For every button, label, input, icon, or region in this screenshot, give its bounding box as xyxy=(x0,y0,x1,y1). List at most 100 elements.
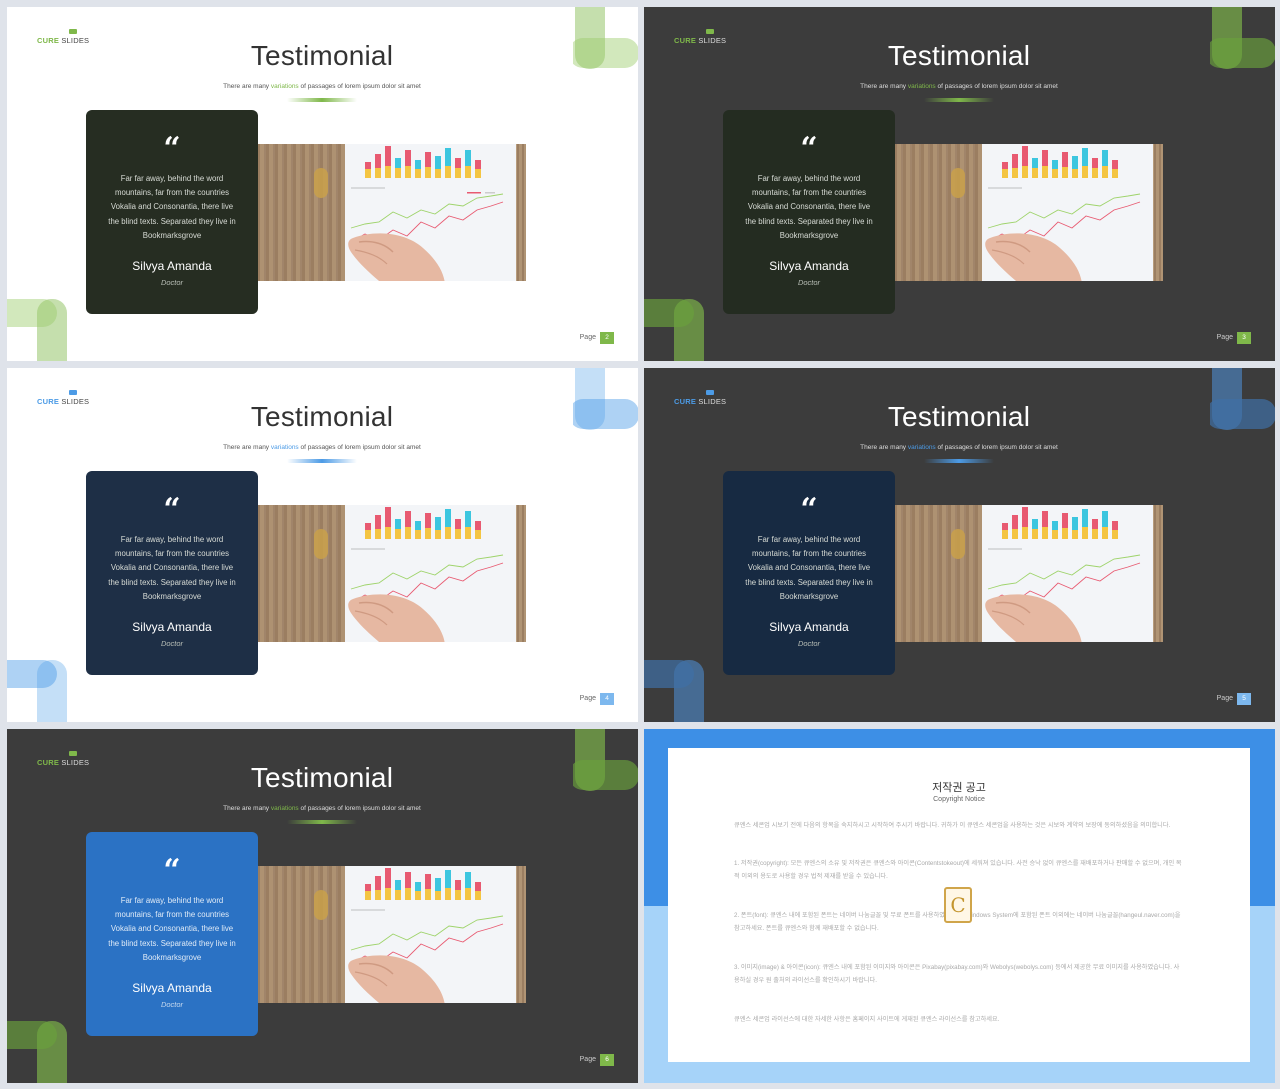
chart-photo xyxy=(257,144,526,281)
corner-decoration-bottom-left xyxy=(7,1021,67,1083)
slide-title: Testimonial xyxy=(887,40,1031,71)
testimonial-name: Silvya Amanda xyxy=(132,259,212,273)
testimonial-name: Silvya Amanda xyxy=(769,620,849,634)
page-number: 3 xyxy=(1237,332,1251,344)
bar-group xyxy=(365,146,481,178)
brand-logo: CURE SLIDES xyxy=(674,390,734,410)
logo-slides-text: SLIDES xyxy=(59,36,90,45)
quote-mark-icon: “ xyxy=(163,492,181,527)
testimonial-card: “ Far far away, behind the word mountain… xyxy=(723,471,895,675)
title-underline xyxy=(287,459,357,463)
page-number: 5 xyxy=(1237,693,1251,705)
copyright-paragraph-license: 큐엔스 세콘업 라이선스에 대한 자세한 사항은 홈페이지 사이트에 게재된 큐… xyxy=(734,1016,1000,1023)
page-number: 2 xyxy=(600,332,614,344)
watermark-stamp-icon xyxy=(951,168,965,198)
logo-slides-text: SLIDES xyxy=(696,397,727,406)
slide-subtitle: There are many variations of passages of… xyxy=(223,83,421,90)
corner-decoration-bottom-left xyxy=(644,660,704,722)
testimonial-role: Doctor xyxy=(797,278,821,287)
copyright-panel: 저작권 공고 Copyright Notice 큐엔스 세콘업 시보기 전에 다… xyxy=(668,748,1250,1062)
title-underline xyxy=(287,820,357,824)
corner-decoration-bottom-left xyxy=(7,660,67,722)
slide-title: Testimonial xyxy=(887,401,1031,432)
title-underline xyxy=(924,459,994,463)
brand-logo: CURE SLIDES xyxy=(37,751,97,771)
hand-illustration xyxy=(985,594,1082,642)
testimonial-text: Far far away, behind the word mountains,… xyxy=(745,535,873,601)
logo-badge-icon xyxy=(706,29,714,34)
logo-cure-text: CURE xyxy=(37,397,60,406)
page-label: Page xyxy=(579,1056,596,1063)
slide-title: Testimonial xyxy=(250,762,394,793)
corner-decoration-top-right xyxy=(573,368,638,430)
logo-slides-text: SLIDES xyxy=(696,36,727,45)
slide-subtitle: There are many variations of passages of… xyxy=(223,444,421,451)
testimonial-text: Far far away, behind the word mountains,… xyxy=(108,174,236,240)
hand-illustration xyxy=(348,955,445,1003)
watermark-stamp-icon xyxy=(314,168,328,198)
testimonial-card: “ Far far away, behind the word mountain… xyxy=(86,110,258,314)
corner-decoration-top-right xyxy=(1210,368,1275,430)
corner-decoration-bottom-left xyxy=(644,299,704,361)
logo-badge-icon xyxy=(69,390,77,395)
logo-slides-text: SLIDES xyxy=(59,397,90,406)
copyright-title: 저작권 공고 xyxy=(932,782,986,794)
testimonial-card: “ Far far away, behind the word mountain… xyxy=(86,832,258,1036)
slide-subtitle: There are many variations of passages of… xyxy=(860,83,1058,90)
title-underline xyxy=(287,98,357,102)
testimonial-name: Silvya Amanda xyxy=(132,981,212,995)
slide-thumbnail-5[interactable]: CURE SLIDES Testimonial There are many v… xyxy=(7,729,638,1083)
logo-cure-text: CURE xyxy=(37,36,60,45)
brand-logo: CURE SLIDES xyxy=(37,29,97,49)
slide-title: Testimonial xyxy=(250,40,394,71)
testimonial-role: Doctor xyxy=(160,639,184,648)
page-label: Page xyxy=(1216,695,1233,702)
hand-illustration xyxy=(348,233,445,281)
logo-slides-text: SLIDES xyxy=(59,758,90,767)
logo-badge-icon xyxy=(69,751,77,756)
copyright-paragraph-copyright: 1. 저작권(copyright): 모든 큐엔스의 소유 및 저작권은 큐엔스… xyxy=(734,860,1182,880)
logo-badge-icon xyxy=(706,390,714,395)
testimonial-name: Silvya Amanda xyxy=(132,620,212,634)
slide-title: Testimonial xyxy=(250,401,394,432)
page-label: Page xyxy=(1216,334,1233,341)
slide-thumbnail-2[interactable]: CURE SLIDES Testimonial There are many v… xyxy=(644,7,1275,361)
page-number: 6 xyxy=(600,1054,614,1066)
slide-subtitle: There are many variations of passages of… xyxy=(860,444,1058,451)
brand-logo: CURE SLIDES xyxy=(674,29,734,49)
copyright-subtitle: Copyright Notice xyxy=(933,796,985,803)
slide-thumbnail-4[interactable]: CURE SLIDES Testimonial There are many v… xyxy=(644,368,1275,722)
testimonial-role: Doctor xyxy=(160,1000,184,1009)
hand-illustration xyxy=(985,233,1082,281)
chart-photo xyxy=(257,505,526,642)
testimonial-text: Far far away, behind the word mountains,… xyxy=(108,896,236,962)
quote-mark-icon: “ xyxy=(163,853,181,888)
title-underline xyxy=(924,98,994,102)
slide-thumbnail-1[interactable]: CURE SLIDES Testimonial There are many v… xyxy=(7,7,638,361)
slide-thumbnail-copyright[interactable]: 저작권 공고 Copyright Notice 큐엔스 세콘업 시보기 전에 다… xyxy=(644,729,1275,1083)
testimonial-card: “ Far far away, behind the word mountain… xyxy=(86,471,258,675)
testimonial-role: Doctor xyxy=(160,278,184,287)
testimonial-card: “ Far far away, behind the word mountain… xyxy=(723,110,895,314)
corner-decoration-top-right xyxy=(573,7,638,69)
slide-thumbnail-3[interactable]: CURE SLIDES Testimonial There are many v… xyxy=(7,368,638,722)
watermark-stamp-icon xyxy=(951,529,965,559)
logo-cure-text: CURE xyxy=(674,36,697,45)
quote-mark-icon: “ xyxy=(800,492,818,527)
watermark-logo-icon: C xyxy=(944,887,972,923)
slide-thumbnail-grid: CURE SLIDES Testimonial There are many v… xyxy=(0,0,1280,1089)
testimonial-role: Doctor xyxy=(797,639,821,648)
quote-mark-icon: “ xyxy=(163,131,181,166)
corner-decoration-top-right xyxy=(1210,7,1275,69)
quote-mark-icon: “ xyxy=(800,131,818,166)
page-number: 4 xyxy=(600,693,614,705)
slide-subtitle: There are many variations of passages of… xyxy=(223,805,421,812)
page-label: Page xyxy=(579,695,596,702)
watermark-stamp-icon xyxy=(314,529,328,559)
chart-photo xyxy=(894,144,1163,281)
testimonial-text: Far far away, behind the word mountains,… xyxy=(745,174,873,240)
page-label: Page xyxy=(579,334,596,341)
chart-photo xyxy=(894,505,1163,642)
hand-illustration xyxy=(348,594,445,642)
watermark-stamp-icon xyxy=(314,890,328,920)
